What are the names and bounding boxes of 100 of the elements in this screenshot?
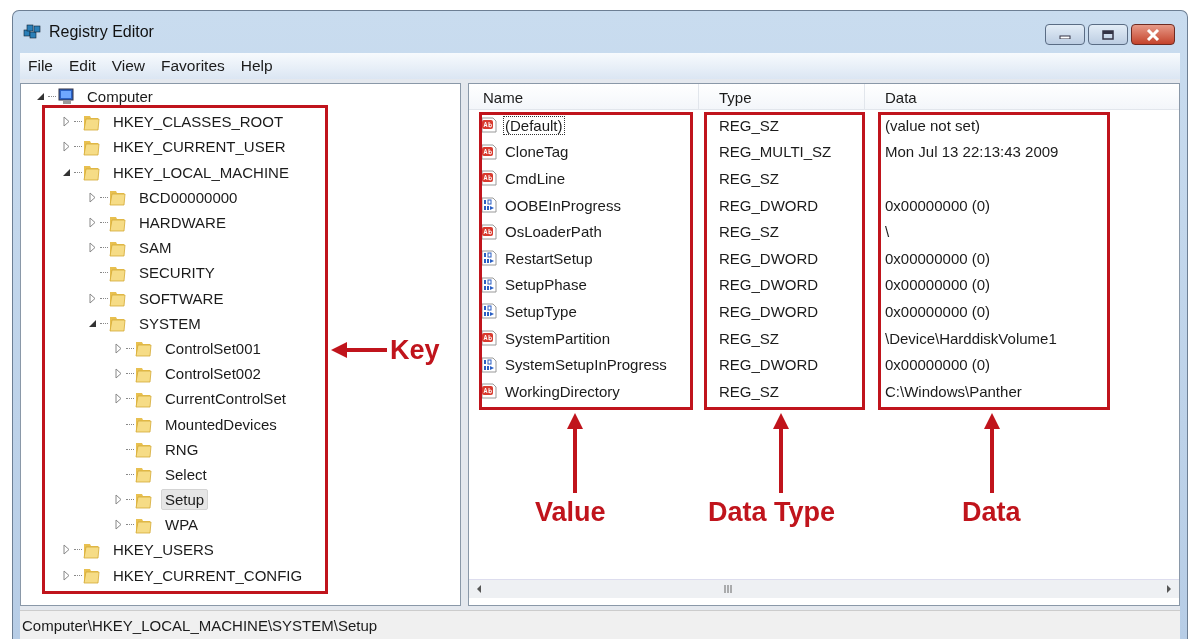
- menu-item[interactable]: Favorites: [155, 55, 231, 77]
- collapsed-arrow-icon[interactable]: [61, 568, 72, 582]
- tree-item[interactable]: HKEY_CLASSES_ROOT: [109, 111, 288, 133]
- close-icon: [1146, 28, 1160, 41]
- value-name[interactable]: (Default): [503, 115, 565, 135]
- value-name[interactable]: SetupType: [503, 301, 579, 321]
- tree-item[interactable]: HKEY_CURRENT_USER: [109, 136, 290, 158]
- value-name[interactable]: OsLoaderPath: [503, 222, 604, 242]
- value-type: REG_SZ: [719, 329, 779, 347]
- annotation-label: Data: [962, 497, 1021, 528]
- value-data: \: [885, 223, 890, 241]
- value-type: REG_SZ: [719, 116, 779, 134]
- folder-icon: [109, 289, 127, 308]
- maximize-icon: [1102, 29, 1114, 40]
- value-type: REG_DWORD: [719, 302, 819, 320]
- close-button[interactable]: [1131, 24, 1175, 45]
- value-type: REG_MULTI_SZ: [719, 143, 832, 161]
- collapsed-arrow-icon[interactable]: [87, 216, 98, 230]
- folder-icon: [109, 188, 127, 207]
- folder-icon: [83, 566, 101, 585]
- folder-icon: [135, 415, 153, 434]
- value-name[interactable]: WorkingDirectory: [503, 381, 622, 401]
- collapsed-arrow-icon[interactable]: [61, 140, 72, 154]
- menu-item[interactable]: Edit: [63, 55, 102, 77]
- collapsed-arrow-icon[interactable]: [61, 543, 72, 557]
- tree-item[interactable]: WPA: [161, 514, 203, 536]
- annotation-label: Key: [390, 335, 440, 366]
- value-data: \Device\HarddiskVolume1: [885, 329, 1057, 347]
- tree-item[interactable]: Select: [161, 463, 211, 485]
- horizontal-scrollbar[interactable]: [469, 579, 1179, 598]
- menu-item[interactable]: File: [22, 55, 59, 77]
- status-bar: Computer\HKEY_LOCAL_MACHINE\SYSTEM\Setup: [20, 610, 1180, 639]
- collapsed-arrow-icon[interactable]: [87, 190, 98, 204]
- column-header[interactable]: Name: [469, 84, 699, 109]
- tree-item[interactable]: Setup: [161, 489, 209, 511]
- collapsed-arrow-icon[interactable]: [113, 518, 124, 532]
- scroll-right-icon[interactable]: [1165, 585, 1173, 593]
- computer-icon: [57, 87, 75, 106]
- value-name[interactable]: RestartSetup: [503, 248, 595, 268]
- tree-item[interactable]: BCD00000000: [135, 186, 242, 208]
- scroll-grip-icon[interactable]: [723, 585, 733, 593]
- minimize-button[interactable]: [1045, 24, 1085, 45]
- value-name[interactable]: SetupPhase: [503, 275, 589, 295]
- tree-item[interactable]: MountedDevices: [161, 413, 281, 435]
- value-type: REG_DWORD: [719, 249, 819, 267]
- tree-item[interactable]: HKEY_CURRENT_CONFIG: [109, 564, 307, 586]
- tree-item[interactable]: ControlSet002: [161, 363, 265, 385]
- value-type: REG_SZ: [719, 382, 779, 400]
- tree-item[interactable]: SYSTEM: [135, 312, 205, 334]
- value-data: 0x00000000 (0): [885, 356, 991, 374]
- value-type: REG_DWORD: [719, 276, 819, 294]
- value-name[interactable]: SystemSetupInProgress: [503, 355, 669, 375]
- tree-item[interactable]: RNG: [161, 438, 203, 460]
- tree-item[interactable]: HARDWARE: [135, 212, 230, 234]
- tree-item[interactable]: HKEY_USERS: [109, 539, 218, 561]
- maximize-button[interactable]: [1088, 24, 1128, 45]
- folder-icon: [83, 163, 101, 182]
- tree-item[interactable]: Computer: [83, 86, 157, 108]
- collapsed-arrow-icon[interactable]: [87, 241, 98, 255]
- value-type: REG_DWORD: [719, 356, 819, 374]
- value-name[interactable]: SystemPartition: [503, 328, 613, 348]
- folder-icon: [109, 314, 127, 333]
- tree-item[interactable]: SOFTWARE: [135, 287, 228, 309]
- column-header[interactable]: Type: [699, 84, 865, 109]
- collapsed-arrow-icon[interactable]: [87, 291, 98, 305]
- value-data: (value not set): [885, 116, 981, 134]
- window-title: Registry Editor: [49, 23, 154, 41]
- collapsed-arrow-icon[interactable]: [113, 367, 124, 381]
- value-data: 0x00000000 (0): [885, 276, 991, 294]
- scroll-left-icon[interactable]: [475, 585, 483, 593]
- tree-item[interactable]: HKEY_LOCAL_MACHINE: [109, 161, 293, 183]
- collapsed-arrow-icon[interactable]: [113, 493, 124, 507]
- arrow-left: [331, 342, 387, 358]
- folder-icon: [135, 465, 153, 484]
- annotation-label: Value: [535, 497, 606, 528]
- value-name[interactable]: CmdLine: [503, 169, 568, 188]
- tree-item[interactable]: SECURITY: [135, 262, 219, 284]
- value-data: 0x00000000 (0): [885, 302, 991, 320]
- menu-item[interactable]: View: [105, 55, 152, 77]
- collapsed-arrow-icon[interactable]: [113, 341, 124, 355]
- value-data: 0x00000000 (0): [885, 249, 991, 267]
- collapsed-arrow-icon[interactable]: [113, 392, 124, 406]
- folder-icon: [135, 339, 153, 358]
- value-name[interactable]: OOBEInProgress: [503, 195, 623, 215]
- value-name[interactable]: CloneTag: [503, 142, 571, 162]
- menu-item[interactable]: Help: [234, 55, 279, 77]
- tree-item[interactable]: ControlSet001: [161, 337, 265, 359]
- value-data: C:\Windows\Panther: [885, 382, 1022, 400]
- column-header[interactable]: Data: [865, 84, 1179, 109]
- value-type: REG_SZ: [719, 223, 779, 241]
- value-type: REG_DWORD: [719, 196, 819, 214]
- tree-item[interactable]: SAM: [135, 237, 176, 259]
- value-data: 0x00000000 (0): [885, 196, 991, 214]
- annotation-label: Data Type: [708, 497, 836, 528]
- collapsed-arrow-icon[interactable]: [61, 115, 72, 129]
- folder-icon: [135, 440, 153, 459]
- value-data: Mon Jul 13 22:13:43 2009: [885, 143, 1059, 161]
- cubes-icon: [23, 22, 43, 42]
- value-type: REG_SZ: [719, 170, 779, 187]
- tree-item[interactable]: CurrentControlSet: [161, 388, 290, 410]
